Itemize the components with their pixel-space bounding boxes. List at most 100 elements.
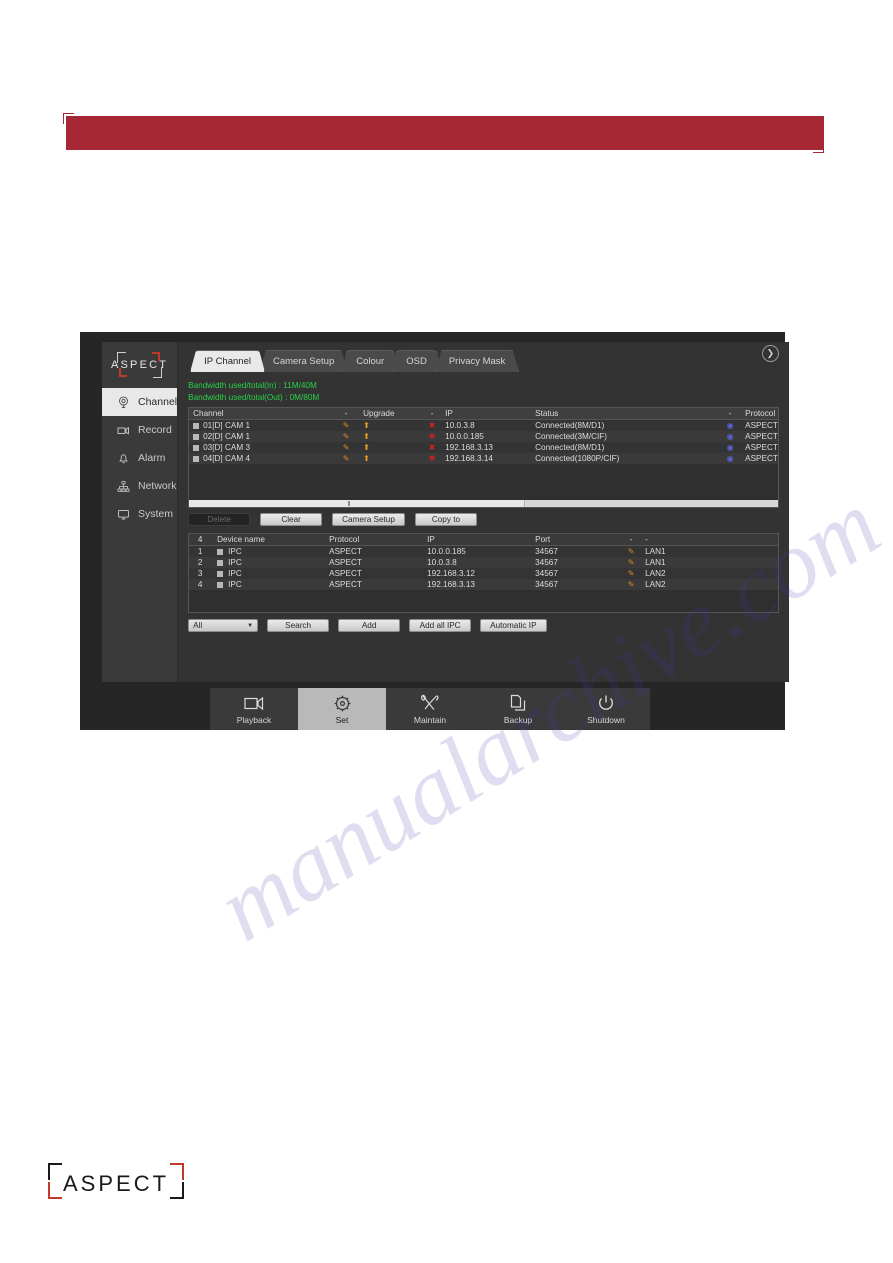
camera-setup-button[interactable]: Camera Setup — [332, 513, 405, 526]
column-header-protocol: Protocol — [329, 535, 360, 544]
row-checkbox[interactable] — [193, 444, 200, 451]
monitor-icon — [116, 507, 130, 521]
tab-privacy-mask[interactable]: Privacy Mask — [434, 350, 520, 372]
edit-pencil-icon[interactable]: ✎ — [329, 421, 363, 430]
table-row[interactable]: 02[D] CAM 1 ✎ ⬆ ✖ 10.0.0.185 Connected(3… — [189, 431, 778, 442]
edit-pencil-icon[interactable]: ✎ — [329, 454, 363, 463]
scrollbar-thumb[interactable] — [189, 500, 525, 507]
circle-icon[interactable]: ◉ — [715, 443, 745, 452]
toolbar-item-label: Maintain — [413, 715, 447, 725]
bottom-toolbar: Playback Set Maintain Backup Shutdown — [210, 688, 650, 730]
footer-bracket-bottom-left-icon — [48, 1182, 62, 1199]
table-row[interactable]: 4 IPC ASPECT 192.168.3.13 34567 ✎ LAN2 — [189, 579, 778, 590]
tools-icon — [419, 693, 441, 713]
gear-icon — [331, 693, 353, 713]
channel-cell[interactable]: 01[D] CAM 1 — [189, 421, 329, 430]
sidebar-item-system[interactable]: System — [102, 500, 177, 528]
row-checkbox[interactable] — [193, 422, 200, 429]
sidebar-item-network[interactable]: Network — [102, 472, 177, 500]
horizontal-scrollbar[interactable] — [189, 500, 778, 507]
ip-cell: 10.0.0.185 — [427, 547, 466, 556]
sidebar-item-label: Channel — [138, 396, 178, 408]
edit-pencil-icon[interactable]: ✎ — [617, 580, 645, 589]
edit-pencil-icon[interactable]: ✎ — [617, 558, 645, 567]
port-cell: 34567 — [535, 580, 558, 589]
upload-icon[interactable]: ⬆ — [363, 454, 419, 463]
toolbar-item-shutdown[interactable]: Shutdown — [562, 688, 650, 730]
protocol-cell: ASPECT — [329, 558, 362, 567]
circle-icon[interactable]: ◉ — [715, 454, 745, 463]
upload-icon[interactable]: ⬆ — [363, 432, 419, 441]
device-name-cell[interactable]: IPC — [211, 569, 329, 578]
edit-pencil-icon[interactable]: ✎ — [329, 432, 363, 441]
toolbar-item-backup[interactable]: Backup — [474, 688, 562, 730]
chevron-right-icon[interactable]: ❯ — [761, 345, 779, 362]
device-name-cell[interactable]: IPC — [211, 547, 329, 556]
tab-colour[interactable]: Colour — [342, 350, 399, 372]
device-name-label: IPC — [228, 580, 242, 589]
circle-icon[interactable]: ◉ — [715, 421, 745, 430]
row-checkbox[interactable] — [193, 455, 200, 462]
device-name-label: IPC — [228, 547, 242, 556]
copy-to-button[interactable]: Copy to — [414, 513, 477, 526]
add-button[interactable]: Add — [338, 619, 401, 632]
search-button[interactable]: Search — [267, 619, 330, 632]
channel-cell[interactable]: 02[D] CAM 1 — [189, 432, 329, 441]
x-icon[interactable]: ✖ — [419, 443, 445, 452]
tab-osd[interactable]: OSD — [392, 350, 441, 372]
footer-bracket-bottom-right-icon — [170, 1182, 184, 1199]
lan-cell: LAN2 — [645, 569, 666, 578]
device-name-cell[interactable]: IPC — [211, 558, 329, 567]
automatic-ip-button[interactable]: Automatic IP — [480, 619, 547, 632]
table-row[interactable]: 04[D] CAM 4 ✎ ⬆ ✖ 192.168.3.14 Connected… — [189, 453, 778, 464]
channel-cell[interactable]: 03[D] CAM 3 — [189, 443, 329, 452]
lan-cell: LAN1 — [645, 547, 666, 556]
add-all-ipc-button[interactable]: Add all IPC — [409, 619, 472, 632]
clear-button[interactable]: Clear — [260, 513, 323, 526]
edit-pencil-icon[interactable]: ✎ — [329, 443, 363, 452]
circle-icon[interactable]: ◉ — [715, 432, 745, 441]
ip-cell: 10.0.3.8 — [427, 558, 457, 567]
sidebar-item-channel[interactable]: Channel — [102, 388, 178, 416]
nvr-window: ASPECT Channel Record Alarm Network Syst… — [80, 332, 789, 730]
row-checkbox[interactable] — [217, 559, 224, 566]
sidebar-item-alarm[interactable]: Alarm — [102, 444, 177, 472]
tab-label: Privacy Mask — [448, 356, 506, 367]
edit-pencil-icon[interactable]: ✎ — [617, 569, 645, 578]
toolbar-item-maintain[interactable]: Maintain — [386, 688, 474, 730]
scrollbar-grip[interactable] — [348, 501, 351, 506]
row-checkbox[interactable] — [217, 581, 224, 588]
toolbar-item-set[interactable]: Set — [298, 688, 386, 730]
table-row[interactable]: 01[D] CAM 1 ✎ ⬆ ✖ 10.0.3.8 Connected(8M/… — [189, 420, 778, 431]
row-checkbox[interactable] — [217, 570, 224, 577]
footer-logo: ASPECT — [46, 1158, 186, 1206]
table-row[interactable]: 1 IPC ASPECT 10.0.0.185 34567 ✎ LAN1 — [189, 546, 778, 557]
row-checkbox[interactable] — [217, 548, 224, 555]
protocol-cell: ASPECT — [329, 547, 362, 556]
upload-icon[interactable]: ⬆ — [363, 443, 419, 452]
protocol-filter-select[interactable]: All ▼ — [188, 619, 259, 632]
x-icon[interactable]: ✖ — [419, 421, 445, 430]
channel-cell[interactable]: 04[D] CAM 4 — [189, 454, 329, 463]
x-icon[interactable]: ✖ — [419, 432, 445, 441]
table-row[interactable]: 03[D] CAM 3 ✎ ⬆ ✖ 192.168.3.13 Connected… — [189, 442, 778, 453]
row-checkbox[interactable] — [193, 433, 200, 440]
ip-cell: 10.0.0.185 — [445, 432, 484, 441]
lan-cell: LAN1 — [645, 558, 666, 567]
table-row[interactable]: 3 IPC ASPECT 192.168.3.12 34567 ✎ LAN2 — [189, 568, 778, 579]
device-name-cell[interactable]: IPC — [211, 580, 329, 589]
column-header-edit: - — [629, 535, 633, 544]
x-icon[interactable]: ✖ — [419, 454, 445, 463]
port-cell: 34567 — [535, 558, 558, 567]
toolbar-item-playback[interactable]: Playback — [210, 688, 298, 730]
delete-button[interactable]: Delete — [188, 513, 251, 526]
table-row[interactable]: 2 IPC ASPECT 10.0.3.8 34567 ✎ LAN1 — [189, 557, 778, 568]
edit-pencil-icon[interactable]: ✎ — [617, 547, 645, 556]
sidebar-item-record[interactable]: Record — [102, 416, 177, 444]
video-camera-icon — [116, 423, 130, 437]
tab-ip-channel[interactable]: IP Channel — [190, 350, 265, 372]
status-cell: Connected(1080P/CIF) — [535, 454, 620, 463]
tab-camera-setup[interactable]: Camera Setup — [258, 350, 349, 372]
upload-icon[interactable]: ⬆ — [363, 421, 419, 430]
status-cell: Connected(3M/CIF) — [535, 432, 608, 441]
